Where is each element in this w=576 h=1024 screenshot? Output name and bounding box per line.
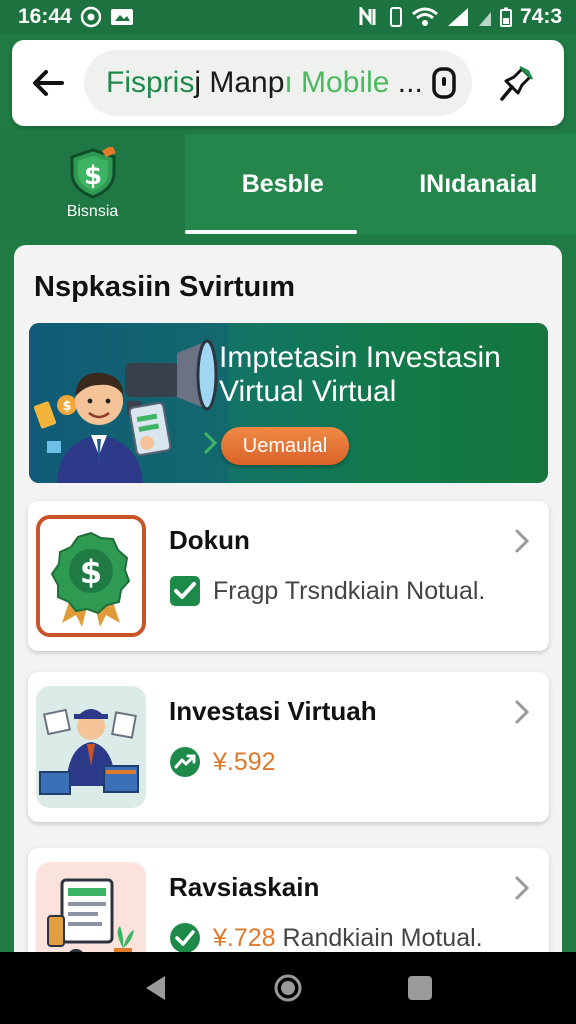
tab-besble[interactable]: Besble — [185, 134, 381, 234]
status-bar: 16:44 74:3 — [0, 0, 576, 34]
card-title: Dokun — [169, 525, 250, 555]
recents-square-icon[interactable] — [405, 973, 435, 1003]
url-part-c: ı Mobile — [284, 66, 390, 99]
promo-title: Imptetasin Investasin Virtual Virtual — [219, 341, 501, 408]
system-nav-bar — [0, 952, 576, 1024]
card-title: Ravsiaskain — [169, 872, 320, 902]
chevron-right-icon — [515, 529, 530, 553]
list-item-ravsiaskain[interactable]: Ravsiaskain ¥.728 Randkiain Motual. — [28, 848, 549, 965]
check-circle-icon — [170, 923, 200, 953]
card-subtitle: ¥.728 Randkiain Motual. — [169, 922, 483, 954]
address-bar[interactable]: Fisprisj Manpı Mobile ... — [84, 50, 472, 116]
battery-icon — [499, 7, 512, 27]
status-time: 16:44 — [18, 5, 72, 28]
notification-icon — [80, 6, 102, 28]
svg-text:$: $ — [80, 553, 102, 591]
pin-icon — [500, 66, 533, 101]
tab-bar: $ Bisnsia Besble INıdanaial — [0, 134, 576, 234]
tab-brand[interactable]: $ Bisnsia — [0, 134, 185, 234]
battery-text: 74:3 — [519, 5, 562, 28]
card-subtitle: ¥.592 — [169, 746, 276, 778]
promo-illustration: $ — [29, 323, 229, 483]
signal-icon-2 — [478, 7, 492, 27]
card-title: Investasi Virtuah — [169, 696, 377, 726]
chevron-right-icon — [515, 876, 530, 900]
lock-button[interactable] — [428, 63, 460, 103]
pin-button[interactable] — [472, 40, 560, 126]
promo-button[interactable]: Uemaulal — [221, 427, 349, 465]
back-triangle-icon[interactable] — [141, 973, 171, 1003]
url-part-b: j Manp — [194, 66, 285, 99]
card-subtitle-text: Randkiain Motual. — [275, 923, 483, 952]
card-thumb-dollar-badge: $ — [36, 515, 146, 637]
card-thumb-documents — [36, 862, 146, 965]
url-text: Fisprisj Manpı Mobile ... — [106, 66, 428, 100]
card-value: ¥.728 — [213, 923, 276, 952]
vibrate-icon — [388, 7, 404, 27]
tab-individual[interactable]: INıdanaial — [381, 134, 576, 234]
svg-text:$: $ — [83, 161, 101, 191]
app-bar: Fisprisj Manpı Mobile ... — [12, 40, 564, 126]
list-item-investasi[interactable]: Investasi Virtuah ¥.592 — [28, 672, 549, 822]
card-subtitle: Fragp Trsndkiain Notual. — [169, 575, 485, 607]
svg-text:$: $ — [62, 399, 71, 414]
chevron-right-icon — [515, 700, 530, 724]
promo-banner[interactable]: $ Imptetasin Investasin Virtual Virtual … — [29, 323, 548, 483]
trend-up-icon — [170, 747, 200, 777]
back-arrow-icon — [33, 70, 64, 96]
card-subtitle-text: Fragp Trsndkiain Notual. — [213, 576, 486, 605]
list-item-dokun[interactable]: $ Dokun Fragp Trsndkiain Notual. — [28, 501, 549, 651]
section-title: Nspkasiin Svirtuım — [34, 271, 296, 303]
card-value: ¥.592 — [213, 747, 276, 776]
url-part-d: ... — [389, 66, 423, 99]
home-circle-icon[interactable] — [273, 973, 303, 1003]
card-thumb-investor — [36, 686, 146, 808]
media-icon — [110, 7, 134, 27]
url-part-a: Fispris — [106, 66, 195, 99]
tab-brand-label: Bisnsia — [66, 203, 119, 220]
signal-icon — [446, 7, 470, 27]
dollar-shield-icon: $ — [70, 147, 116, 199]
back-button[interactable] — [12, 40, 84, 126]
nfc-icon — [358, 7, 380, 27]
main-content: Nspkasiin Svirtuım $ Imptetasin Investas… — [14, 245, 562, 965]
lock-icon — [432, 67, 456, 99]
check-icon — [170, 576, 200, 606]
wifi-icon — [412, 7, 438, 27]
